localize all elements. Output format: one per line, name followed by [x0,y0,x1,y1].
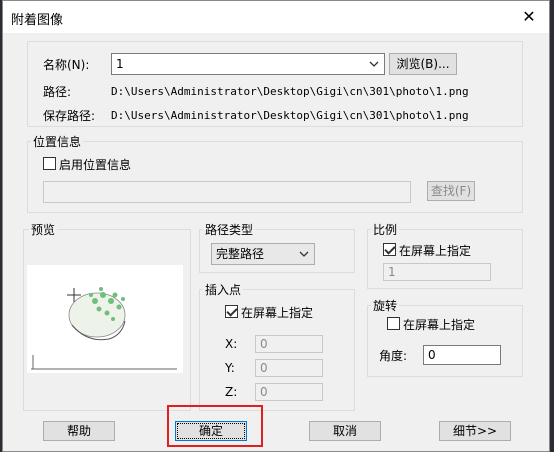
chevron-down-icon [369,61,379,67]
enable-location-checkbox[interactable] [43,157,56,170]
title-bar: 附着图像 ✕ [3,1,549,33]
insertion-specify-label: 在屏幕上指定 [241,306,314,320]
name-select[interactable]: 1 [111,53,385,75]
z-label: Z: [225,385,238,399]
save-path-label: 保存路径: [43,109,96,123]
location-group-label: 位置信息 [31,133,84,150]
details-button[interactable]: 细节>> [439,421,511,441]
insertion-point-group-label: 插入点 [203,281,244,298]
help-button[interactable]: 帮助 [43,421,115,441]
dialog-title: 附着图像 [11,13,64,28]
close-button[interactable]: ✕ [517,5,541,27]
background-right-strip [550,0,554,452]
rotation-specify-checkbox[interactable] [387,317,400,330]
scale-group-label: 比例 [371,221,400,238]
y-label: Y: [225,361,235,375]
insertion-specify-checkbox[interactable] [225,305,238,318]
scale-specify-label: 在屏幕上指定 [399,244,472,258]
angle-label: 角度: [379,349,408,363]
scale-specify-checkbox[interactable] [383,243,396,256]
angle-field[interactable]: 0 [423,345,501,365]
name-select-value: 1 [116,57,124,71]
enable-location-label: 启用位置信息 [59,158,132,172]
attach-image-dialog: 附着图像 ✕ 名称(N): 1 浏览(B)... 路径: D:\Users\Ad… [2,0,550,452]
rotation-specify-label: 在屏幕上指定 [403,318,476,332]
close-icon: ✕ [522,6,536,26]
y-field[interactable]: 0 [255,359,323,377]
chevron-down-icon [299,251,309,257]
cancel-button[interactable]: 取消 [309,421,381,441]
path-type-value: 完整路径 [216,247,265,261]
z-field[interactable]: 0 [255,383,323,401]
x-field[interactable]: 0 [255,335,323,353]
preview-group-label: 预览 [29,221,58,238]
path-type-group-label: 路径类型 [203,221,256,238]
preview-image [27,265,183,373]
ok-button-highlight-box [167,405,263,447]
scale-field[interactable]: 1 [383,263,491,281]
path-value: D:\Users\Administrator\Desktop\Gigi\cn\3… [111,85,469,98]
find-button[interactable]: 查找(F) [427,181,475,201]
name-label: 名称(N): [43,58,90,72]
location-field[interactable] [43,181,411,203]
x-label: X: [225,337,238,351]
save-path-value: D:\Users\Administrator\Desktop\Gigi\cn\3… [111,109,469,122]
path-type-select[interactable]: 完整路径 [211,243,315,265]
rotation-group-label: 旋转 [371,297,400,314]
path-label: 路径: [43,85,72,99]
plant-preview-graphic [31,287,177,370]
browse-button[interactable]: 浏览(B)... [389,53,457,75]
